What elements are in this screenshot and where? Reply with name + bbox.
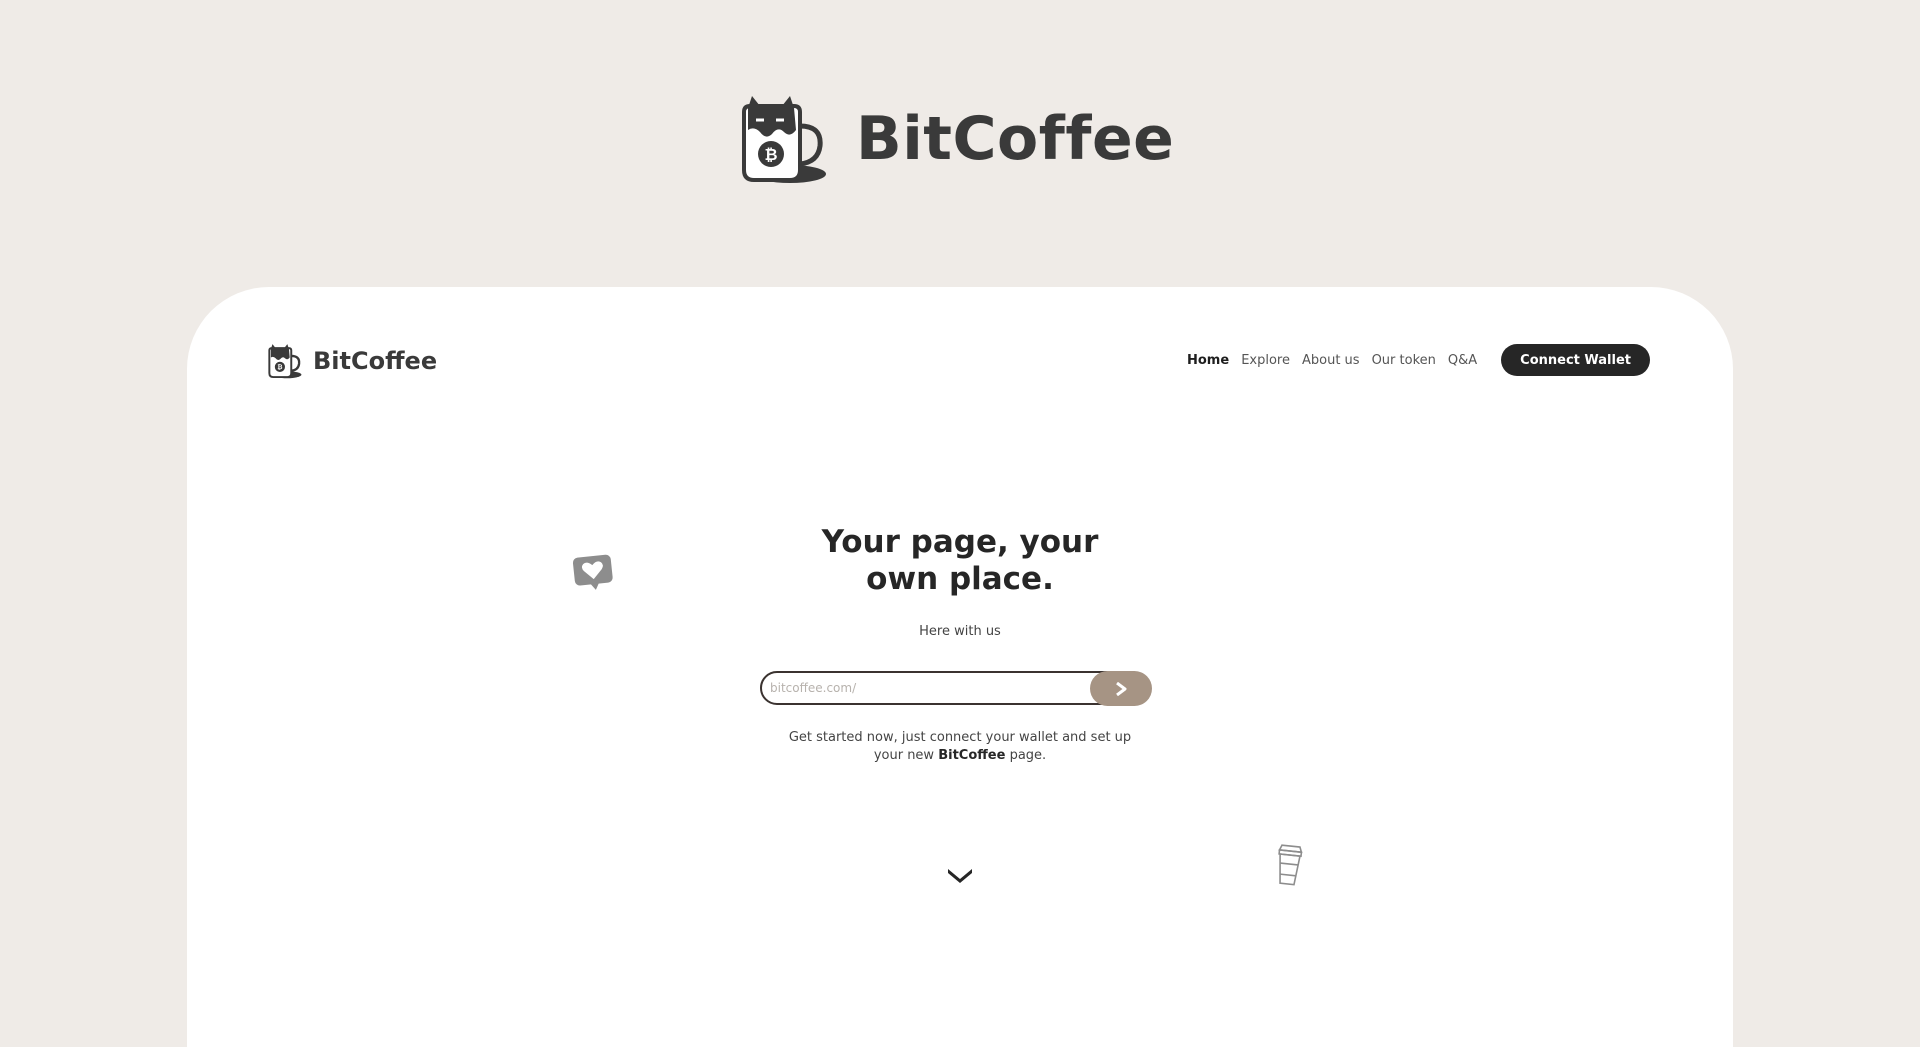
hero-title: Your page, your own place. <box>187 524 1733 598</box>
nav-our-token[interactable]: Our token <box>1372 353 1436 368</box>
hero-subtitle: Here with us <box>919 624 1001 639</box>
coffee-mug-cat-logo-icon: ₿ <box>268 344 302 379</box>
hero-logo: ₿ BitCoffee <box>738 92 1174 186</box>
page-url-input[interactable] <box>760 671 1134 705</box>
get-started-text: Get started now, just connect your walle… <box>187 729 1733 765</box>
nav-qa[interactable]: Q&A <box>1448 353 1477 368</box>
nav-about-us[interactable]: About us <box>1302 353 1360 368</box>
coffee-mug-cat-logo-icon: ₿ <box>742 96 826 183</box>
nav-home[interactable]: Home <box>1187 353 1229 368</box>
hero-brand-name: BitCoffee <box>856 104 1175 174</box>
nav-explore[interactable]: Explore <box>1241 353 1290 368</box>
svg-text:₿: ₿ <box>277 364 282 371</box>
main-nav: Home Explore About us Our token Q&A Conn… <box>1187 344 1650 376</box>
info-line-1: Get started now, just connect your walle… <box>788 730 1132 745</box>
info-brand: BitCoffee <box>938 748 1006 763</box>
chevron-down-icon[interactable] <box>946 865 974 885</box>
hero-title-line-1: Your page, your <box>821 524 1099 560</box>
page-url-form <box>760 671 1153 706</box>
info-post: page. <box>1009 748 1047 763</box>
svg-text:₿: ₿ <box>764 145 777 164</box>
nav-brand-name: BitCoffee <box>313 347 438 375</box>
chevron-right-icon <box>1116 681 1127 696</box>
hero-title-line-2: own place. <box>866 561 1054 597</box>
info-line-2: your new BitCoffee page. <box>187 747 1733 765</box>
takeaway-cup-icon <box>1278 844 1303 886</box>
info-pre: your new <box>873 748 935 763</box>
nav-logo[interactable]: ₿ BitCoffee <box>267 342 437 380</box>
submit-url-button[interactable] <box>1090 671 1152 706</box>
main-card: ₿ BitCoffee Home Explore About us Our to… <box>187 287 1733 1047</box>
connect-wallet-button[interactable]: Connect Wallet <box>1501 344 1650 376</box>
